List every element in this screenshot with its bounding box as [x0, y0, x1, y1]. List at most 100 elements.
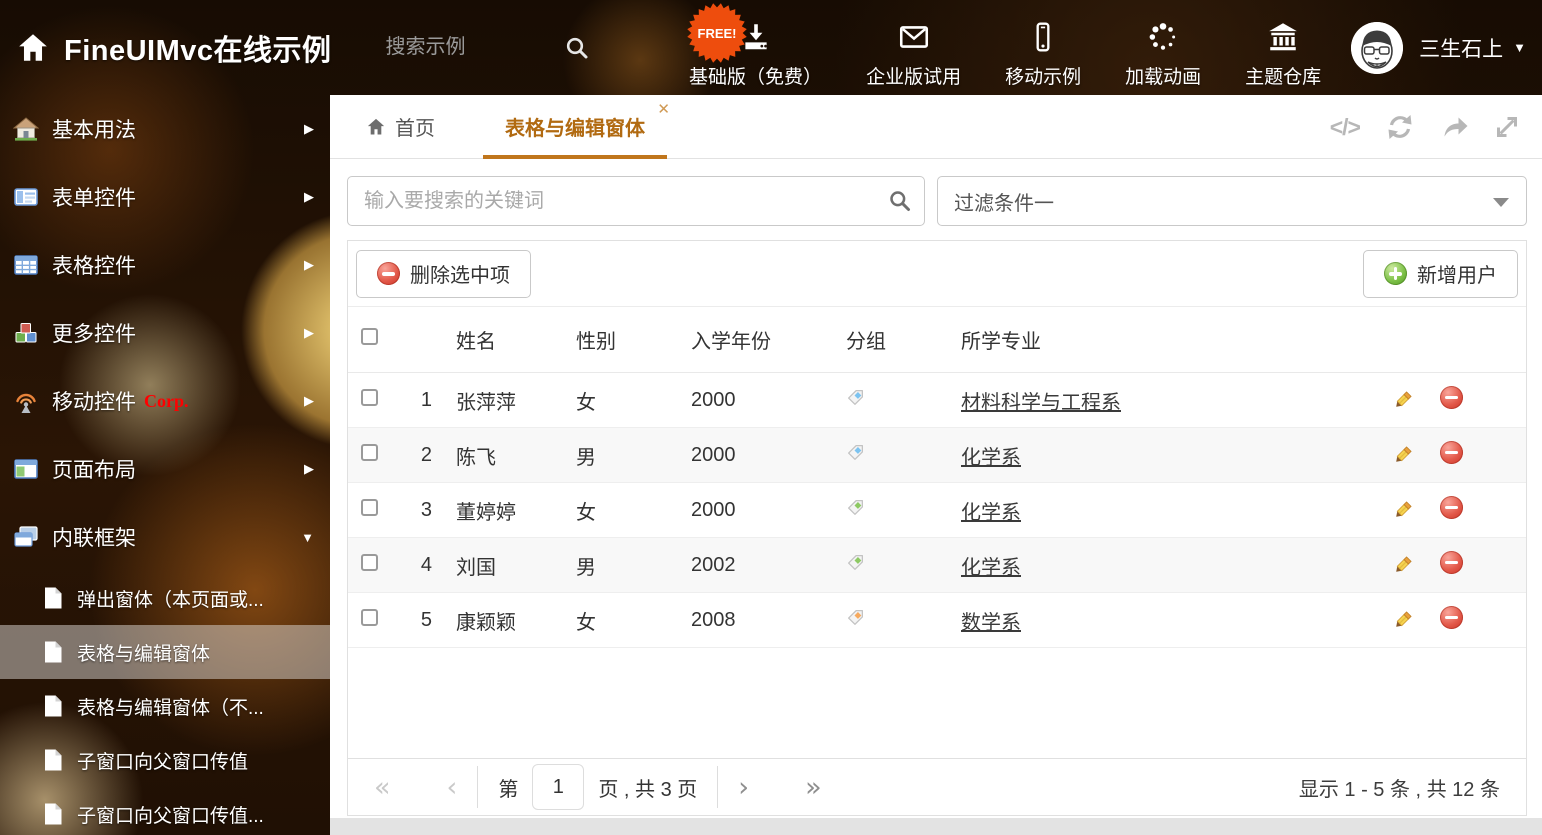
expand-icon[interactable] [1494, 114, 1520, 140]
sidebar-item-mobile-controls[interactable]: 移动控件 Corp. ▶ [0, 367, 330, 435]
tab-grid-edit-window[interactable]: 表格与编辑窗体 ✕ [483, 95, 667, 158]
delete-icon[interactable] [1440, 441, 1526, 470]
share-icon[interactable] [1440, 113, 1468, 141]
chevron-right-icon: ▶ [304, 393, 314, 409]
refresh-icon[interactable] [1386, 113, 1414, 141]
page-number-input[interactable] [532, 764, 584, 810]
delete-icon[interactable] [1440, 386, 1526, 415]
main-content: 首页 表格与编辑窗体 ✕ </> [330, 95, 1542, 835]
file-icon [42, 640, 64, 664]
chevron-right-icon: ▶ [304, 257, 314, 273]
tab-bar: 首页 表格与编辑窗体 ✕ </> [330, 95, 1542, 159]
sidebar-item-iframe[interactable]: 内联框架 ▼ [0, 503, 330, 571]
row-checkbox[interactable] [361, 389, 378, 406]
header-nav: 基础版（免费） 企业版试用 移动示例 加载动画 [689, 6, 1321, 89]
keyword-search-input[interactable] [347, 176, 925, 226]
table-row: 3 董婷婷 女 2000 化学系 [348, 483, 1526, 538]
avatar [1351, 22, 1403, 74]
major-link[interactable]: 化学系 [961, 502, 1021, 524]
edit-icon[interactable] [1392, 390, 1440, 411]
major-link[interactable]: 化学系 [961, 557, 1021, 579]
row-checkbox[interactable] [361, 554, 378, 571]
row-checkbox[interactable] [361, 609, 378, 626]
grid-panel: 删除选中项 新增用户 姓名 性别 入学年份 分组 所学专业 [347, 240, 1527, 816]
keyword-search [347, 176, 925, 226]
nav-enterprise-trial[interactable]: 企业版试用 [866, 20, 961, 89]
header-search [386, 35, 590, 61]
column-header-year[interactable]: 入学年份 [667, 325, 822, 354]
prev-page-button[interactable]: ‹ [447, 774, 458, 801]
column-header-name[interactable]: 姓名 [432, 325, 552, 354]
row-checkbox[interactable] [361, 499, 378, 516]
logo[interactable]: FineUIMvc在线示例 [16, 27, 332, 69]
source-code-icon[interactable]: </> [1330, 114, 1360, 141]
free-badge: FREE! [686, 2, 748, 64]
next-page-button[interactable]: › [738, 774, 749, 801]
nav-loading-animation[interactable]: 加载动画 [1125, 20, 1201, 89]
tab-home[interactable]: 首页 [360, 95, 441, 158]
edit-icon[interactable] [1392, 610, 1440, 631]
delete-icon[interactable] [1440, 606, 1526, 635]
delete-icon[interactable] [1440, 551, 1526, 580]
delete-icon[interactable] [1440, 496, 1526, 525]
edit-icon[interactable] [1392, 500, 1440, 521]
sidebar-item-basic-usage[interactable]: 基本用法 ▶ [0, 95, 330, 163]
top-header: FineUIMvc在线示例 FREE! 基础版（免费） 企 [0, 0, 1542, 95]
content-area: 过滤条件一 删除选中项 新增用户 [330, 159, 1542, 816]
column-header-major[interactable]: 所学专业 [937, 325, 1392, 354]
select-all-checkbox[interactable] [361, 328, 378, 345]
cell-name: 陈飞 [432, 441, 552, 470]
sidebar: 基本用法 ▶ 表单控件 ▶ 表格控件 ▶ 更多控件 ▶ [0, 95, 330, 835]
close-icon[interactable]: ✕ [657, 102, 670, 117]
tag-icon [846, 553, 865, 572]
minus-circle-icon [377, 262, 400, 285]
sidebar-item-page-layout[interactable]: 页面布局 ▶ [0, 435, 330, 503]
edit-icon[interactable] [1392, 555, 1440, 576]
delete-selected-button[interactable]: 删除选中项 [356, 250, 531, 298]
home-icon [13, 116, 39, 142]
column-header-group[interactable]: 分组 [822, 325, 937, 354]
tag-icon [846, 498, 865, 517]
column-header-gender[interactable]: 性别 [552, 325, 667, 354]
first-page-button[interactable]: « [374, 774, 391, 801]
sidebar-item-grid-controls[interactable]: 表格控件 ▶ [0, 231, 330, 299]
cell-name: 刘国 [432, 551, 552, 580]
table-row: 4 刘国 男 2002 化学系 [348, 538, 1526, 593]
sidebar-subitem-child-to-parent[interactable]: 子窗口向父窗口传值 [0, 733, 330, 787]
envelope-icon [896, 20, 932, 54]
corp-badge: Corp. [144, 391, 189, 412]
header-search-input[interactable] [386, 36, 536, 59]
filter-dropdown[interactable]: 过滤条件一 [937, 176, 1527, 226]
chevron-down-icon: ▼ [1513, 40, 1526, 55]
table-row: 5 康颖颖 女 2008 数学系 [348, 593, 1526, 648]
row-checkbox[interactable] [361, 444, 378, 461]
search-icon[interactable] [888, 189, 912, 218]
active-tab-underline [483, 155, 667, 159]
sidebar-item-more-controls[interactable]: 更多控件 ▶ [0, 299, 330, 367]
form-icon [13, 184, 39, 210]
sidebar-subitem-grid-edit-window-2[interactable]: 表格与编辑窗体（不... [0, 679, 330, 733]
sidebar-item-form-controls[interactable]: 表单控件 ▶ [0, 163, 330, 231]
sidebar-subitem-child-to-parent-2[interactable]: 子窗口向父窗口传值... [0, 787, 330, 835]
table-header: 姓名 性别 入学年份 分组 所学专业 [348, 307, 1526, 373]
cell-name: 康颖颖 [432, 606, 552, 635]
cell-year: 2002 [667, 554, 822, 577]
major-link[interactable]: 化学系 [961, 447, 1021, 469]
chevron-right-icon: ▶ [304, 461, 314, 477]
major-link[interactable]: 材料科学与工程系 [961, 392, 1121, 414]
sidebar-subitem-grid-edit-window[interactable]: 表格与编辑窗体 [0, 625, 330, 679]
nav-mobile-demo[interactable]: 移动示例 [1005, 20, 1081, 89]
tag-icon [846, 443, 865, 462]
home-icon [16, 31, 50, 65]
cell-gender: 男 [552, 441, 667, 470]
add-user-button[interactable]: 新增用户 [1363, 250, 1518, 298]
sidebar-subitem-popup-window[interactable]: 弹出窗体（本页面或... [0, 571, 330, 625]
search-icon[interactable] [564, 35, 590, 61]
edit-icon[interactable] [1392, 445, 1440, 466]
user-menu[interactable]: 三生石上 ▼ [1351, 22, 1526, 74]
last-page-button[interactable]: » [805, 774, 822, 801]
page-bottom-strip [330, 818, 1542, 835]
nav-theme-store[interactable]: 主题仓库 [1245, 20, 1321, 89]
major-link[interactable]: 数学系 [961, 612, 1021, 634]
frames-icon [13, 524, 39, 550]
